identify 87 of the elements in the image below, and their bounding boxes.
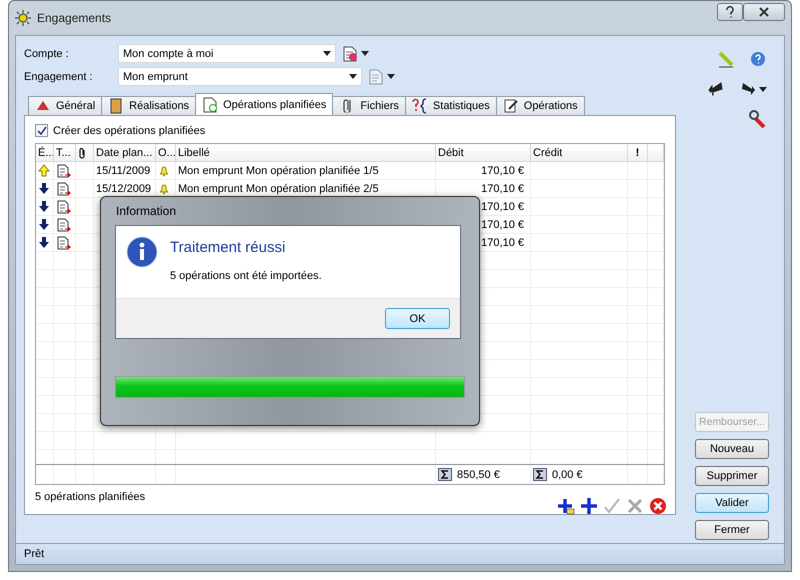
action-button[interactable]: Nouveau <box>695 439 769 459</box>
document-arrow-icon <box>56 236 72 250</box>
tab[interactable]: Opérations <box>496 96 585 115</box>
column-header[interactable]: Débit <box>436 144 531 161</box>
total-amount: 0,00 € <box>552 468 583 480</box>
close-icon <box>758 6 770 18</box>
dropdown-arrow-icon <box>323 51 331 56</box>
amount-cell: 170,10 € <box>481 182 524 194</box>
account-dropdown[interactable]: Mon emprunt <box>118 67 362 86</box>
down-arrow-icon <box>38 182 50 195</box>
column-header[interactable]: ! <box>628 144 648 161</box>
pencil-icon <box>717 50 735 68</box>
tab-icon <box>202 96 218 112</box>
dropdown-arrow-icon <box>759 86 767 92</box>
action-button[interactable]: Fermer <box>695 520 769 540</box>
down-arrow-icon <box>38 236 50 249</box>
plus-folder-icon <box>557 497 575 515</box>
document-arrow-icon <box>56 218 72 232</box>
create-checkbox[interactable]: Créer des opérations planifiées <box>35 124 665 137</box>
close-button[interactable] <box>743 3 785 21</box>
field-label: Compte : <box>24 48 70 60</box>
dropdown-arrow-icon <box>349 74 357 79</box>
action-button[interactable]: Valider <box>695 493 769 513</box>
tab-icon <box>339 98 356 114</box>
down-arrow-icon <box>38 218 50 231</box>
action-button[interactable]: Supprimer <box>695 466 769 486</box>
date-cell: 15/12/2009 <box>96 182 152 194</box>
checkmark-icon <box>36 126 46 136</box>
sun-icon <box>15 10 31 26</box>
tab[interactable]: Réalisations <box>101 96 196 115</box>
date-cell: 15/11/2009 <box>96 164 150 176</box>
info-icon <box>126 236 158 268</box>
sigma-icon <box>438 468 452 481</box>
dialog-title: Information <box>115 203 178 220</box>
cancel-button[interactable] <box>626 497 644 515</box>
cross-icon <box>626 497 644 515</box>
amount-cell: 170,10 € <box>481 200 524 212</box>
document-arrow-icon <box>56 182 72 196</box>
add-button[interactable] <box>580 497 598 515</box>
ok-button[interactable]: OK <box>385 308 450 329</box>
help-icon <box>749 50 767 68</box>
tab[interactable]: Fichiers <box>332 96 406 115</box>
confirm-button[interactable] <box>603 497 621 515</box>
column-header[interactable]: Crédit <box>531 144 628 161</box>
label-cell: Mon emprunt Mon opération planifiée 2/5 <box>178 182 379 194</box>
amount-cell: 170,10 € <box>481 164 524 176</box>
tab-icon <box>502 98 519 114</box>
window-title: Engagements <box>37 11 112 25</box>
document-menu-button[interactable] <box>368 68 395 84</box>
total-amount: 850,50 € <box>457 468 500 480</box>
down-arrow-icon <box>38 200 50 213</box>
up-arrow-icon <box>38 164 50 177</box>
paperclip-icon <box>78 146 86 158</box>
question-icon <box>725 6 735 18</box>
document-menu-button[interactable] <box>342 46 369 62</box>
delete-button[interactable] <box>649 497 667 515</box>
bell-icon <box>158 182 170 194</box>
column-header[interactable]: T... <box>54 144 76 161</box>
tab[interactable]: Statistiques <box>404 96 497 115</box>
help-button[interactable] <box>717 3 743 21</box>
column-header[interactable]: Libellé <box>176 144 436 161</box>
column-header[interactable]: Date plan... <box>94 144 156 161</box>
amount-cell: 170,10 € <box>481 236 524 248</box>
tab-icon <box>108 98 124 114</box>
undo-button[interactable] <box>707 80 725 98</box>
column-header[interactable]: O... <box>156 144 176 161</box>
edit-button[interactable] <box>717 50 735 68</box>
dropdown-arrow-icon <box>387 74 395 79</box>
hand-arrow-icon <box>707 80 725 98</box>
label-cell: Mon emprunt Mon opération planifiée 1/5 <box>178 164 379 176</box>
dialog-heading: Traitement réussi <box>170 239 286 256</box>
account-dropdown[interactable]: Mon compte à moi <box>118 44 336 63</box>
tab[interactable]: Général <box>28 96 102 115</box>
status-text: Prêt <box>24 548 44 560</box>
bell-icon <box>158 164 170 176</box>
dialog-message: 5 opérations ont été importées. <box>170 270 322 282</box>
dropdown-arrow-icon <box>361 51 369 56</box>
sigma-icon <box>533 468 547 481</box>
tab[interactable]: Opérations planifiées <box>195 93 334 115</box>
operation-count: 5 opérations planifiées <box>35 491 146 505</box>
document-arrow-icon <box>56 200 72 214</box>
field-label: Engagement : <box>24 70 94 82</box>
checkmark-icon <box>603 497 621 515</box>
add-with-folder-button[interactable] <box>557 497 575 515</box>
plus-icon <box>580 497 598 515</box>
amount-cell: 170,10 € <box>481 218 524 230</box>
tab-icon <box>412 98 428 114</box>
